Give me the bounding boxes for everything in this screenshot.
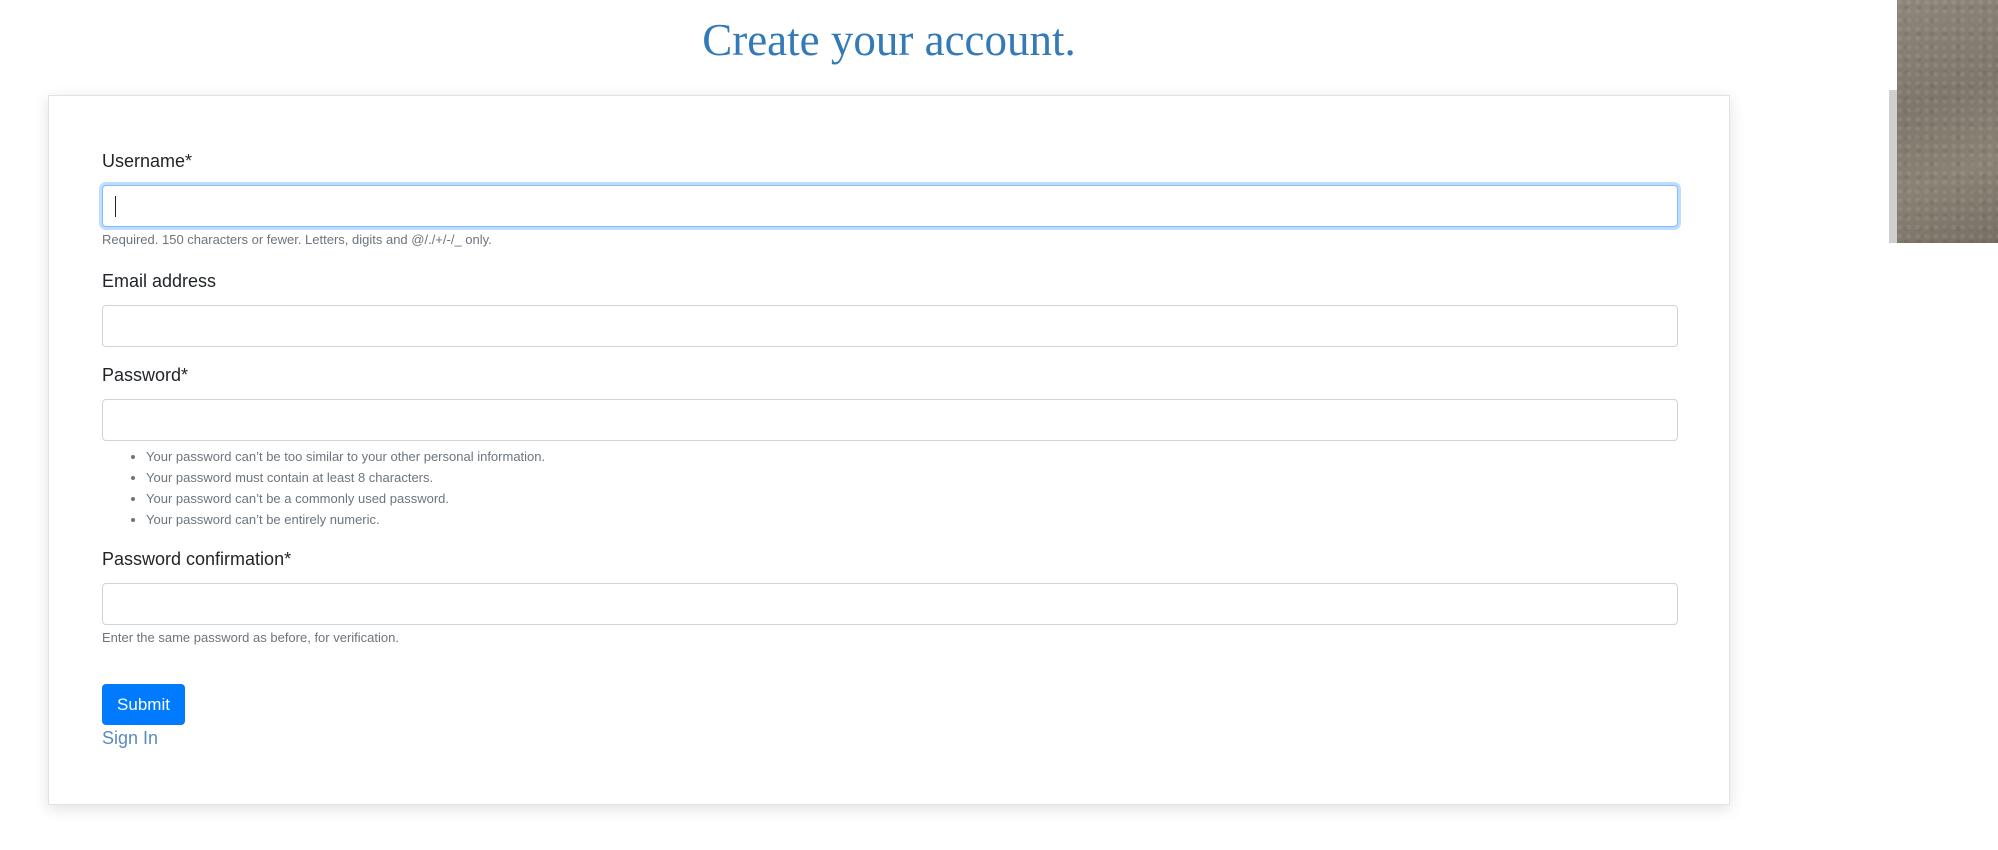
page-title: Create your account. (702, 15, 1076, 65)
password-confirmation-field[interactable] (102, 583, 1678, 625)
scrollbar[interactable] (1889, 90, 1897, 243)
password-confirmation-label: Password confirmation* (102, 549, 292, 569)
username-label: Username* (102, 151, 193, 171)
username-help-text: Required. 150 characters or fewer. Lette… (102, 232, 492, 247)
background-photo (1897, 0, 1998, 243)
password-confirmation-help-text: Enter the same password as before, for v… (102, 630, 399, 645)
password-rule-item: Your password can’t be entirely numeric. (146, 509, 545, 530)
password-label: Password* (102, 365, 189, 385)
email-label: Email address (102, 271, 217, 291)
password-rule-item: Your password can’t be too similar to yo… (146, 446, 545, 467)
password-rules-list: Your password can’t be too similar to yo… (102, 446, 545, 530)
password-field[interactable] (102, 399, 1678, 441)
username-input[interactable] (102, 185, 1678, 227)
password-rule-item: Your password can’t be a commonly used p… (146, 488, 545, 509)
email-field[interactable] (102, 305, 1678, 347)
signup-card: Username* Required. 150 characters or fe… (48, 95, 1730, 805)
submit-button[interactable]: Submit (102, 684, 185, 725)
text-caret (115, 196, 116, 217)
sign-in-link[interactable]: Sign In (102, 728, 158, 749)
password-rule-item: Your password must contain at least 8 ch… (146, 467, 545, 488)
